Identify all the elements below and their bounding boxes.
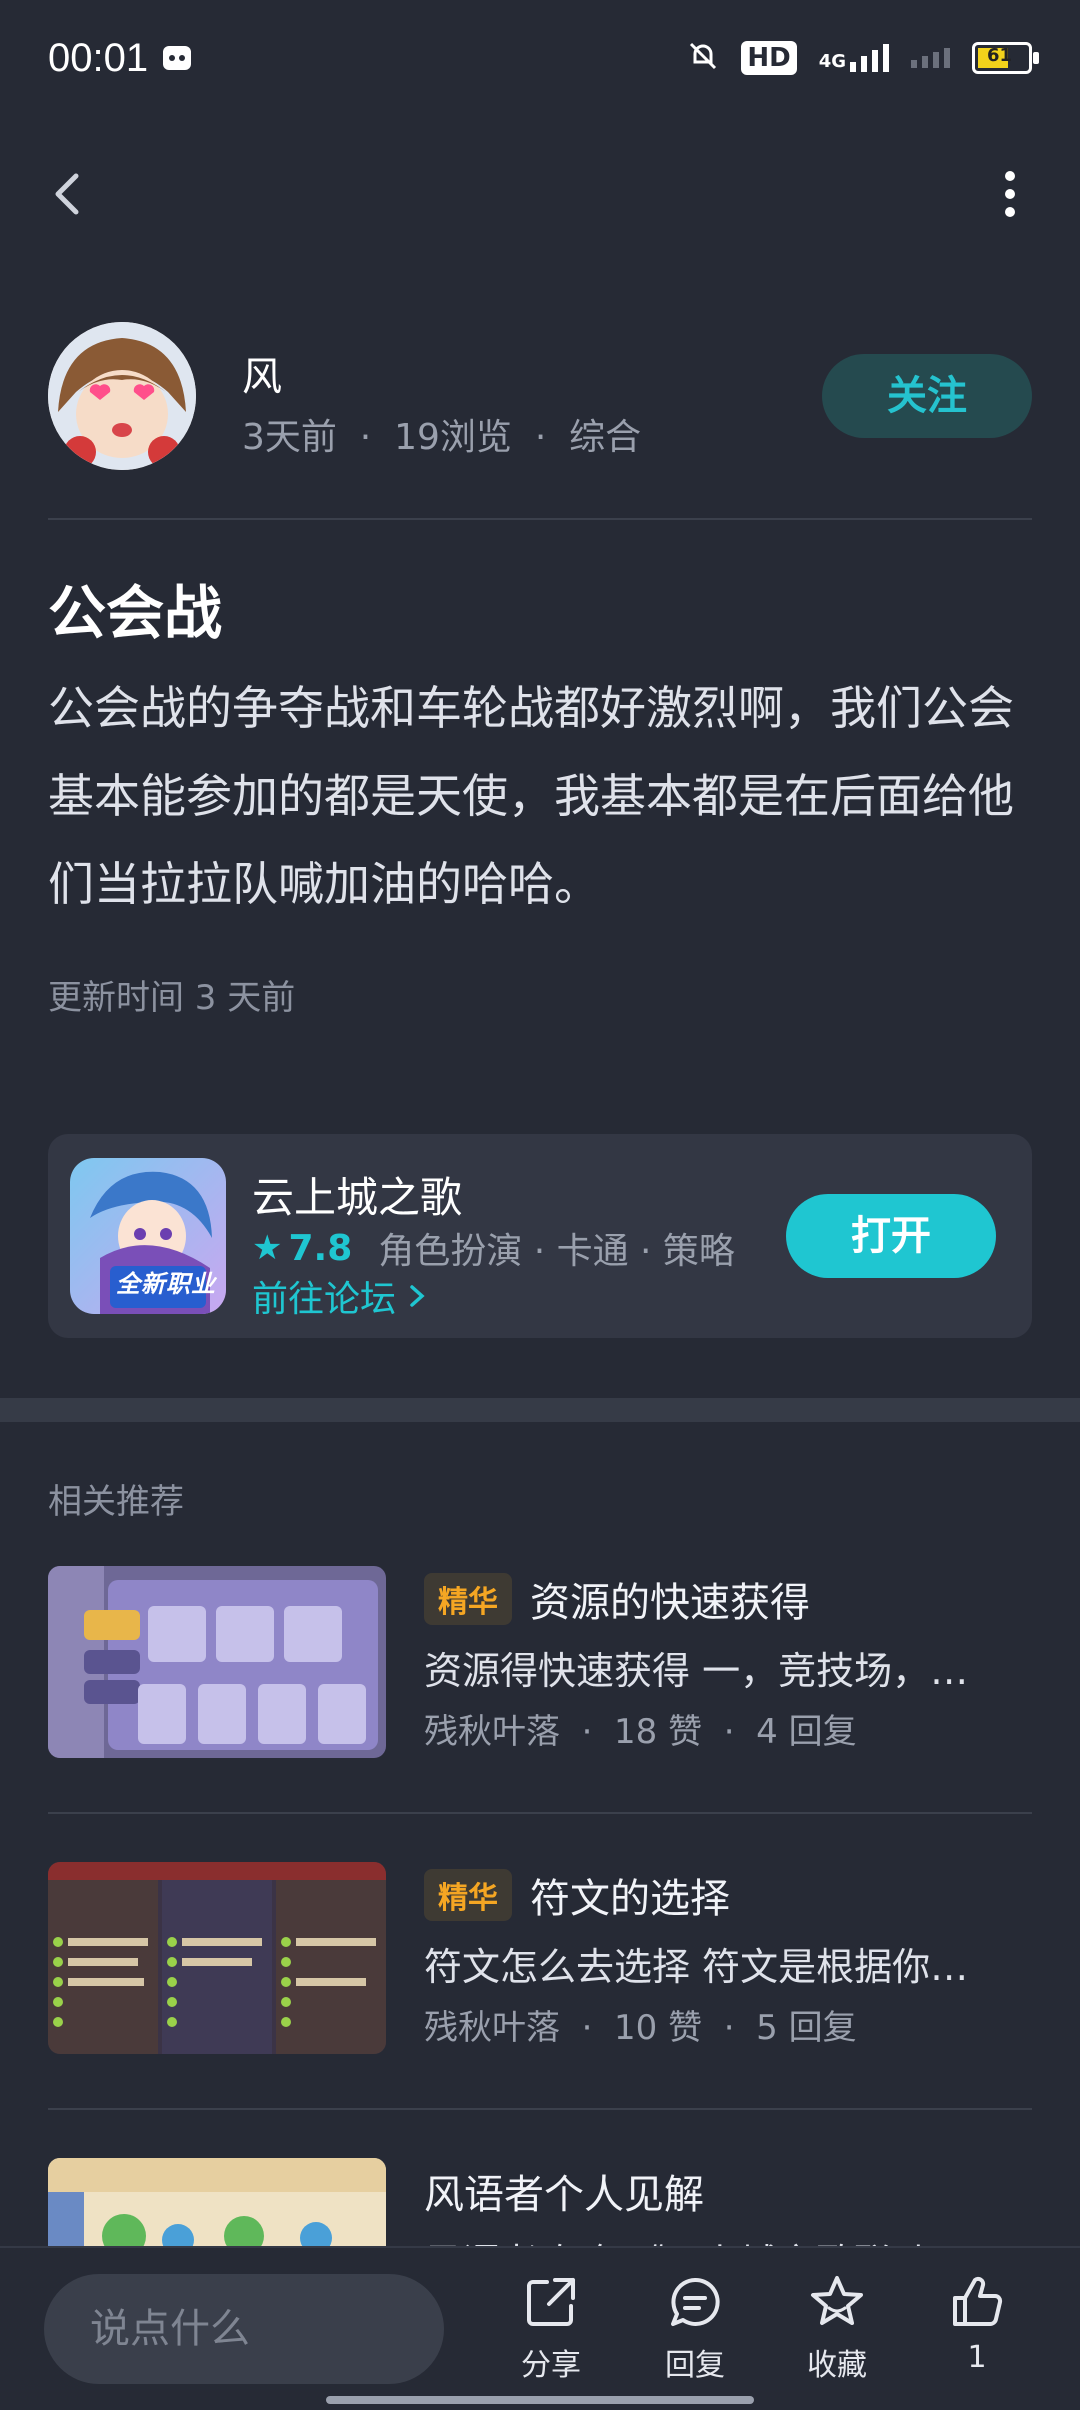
section-divider xyxy=(0,1398,1080,1422)
divider xyxy=(48,518,1032,520)
chevron-left-icon xyxy=(55,173,79,215)
updated-time: 更新时间 3 天前 xyxy=(48,978,296,1018)
forum-link[interactable]: 前往论坛 xyxy=(252,1270,432,1322)
star-outline-icon xyxy=(811,2276,863,2325)
list-item-title-text: 资源的快速获得 xyxy=(530,1580,810,1626)
forum-link-label: 前往论坛 xyxy=(252,1279,397,1320)
author-name[interactable]: 风 xyxy=(242,344,282,402)
divider xyxy=(48,1812,1032,1814)
list-item-excerpt: 符文怎么去选择 符文是根据你… xyxy=(424,1945,969,1989)
comment-icon xyxy=(671,2277,720,2326)
thumbs-up-icon xyxy=(953,2276,1003,2326)
battery-level: 61 xyxy=(987,45,1013,66)
related-title: 相关推荐 xyxy=(48,1482,184,1522)
status-bar: 00:01 HD 4G 61 xyxy=(0,0,1080,120)
game-icon[interactable]: 全新职业 xyxy=(70,1158,226,1314)
game-score: 7.8 xyxy=(288,1227,353,1269)
favorite-button[interactable]: 收藏 xyxy=(782,2272,892,2384)
game-icon-caption: 全新职业 xyxy=(116,1270,216,1298)
list-item-title: 精华 符文的选择 xyxy=(424,1866,730,1924)
reply-button[interactable]: 回复 xyxy=(640,2272,750,2384)
game-rating: ★ 7.8 角色扮演 · 卡通 · 策略 xyxy=(252,1222,735,1274)
top-nav xyxy=(0,140,1080,250)
star-icon: ★ xyxy=(252,1228,283,1268)
bottom-bar: 说点什么 分享 回复 收藏 1 xyxy=(0,2246,1080,2410)
post-meta: 3天前 · 19浏览 · 综合 xyxy=(242,417,642,458)
comment-input[interactable]: 说点什么 xyxy=(44,2274,444,2384)
share-button[interactable]: 分享 xyxy=(496,2272,606,2384)
game-name[interactable]: 云上城之歌 xyxy=(252,1164,462,1225)
share-icon xyxy=(527,2278,575,2326)
hd-icon: HD xyxy=(741,41,797,75)
notification-icon xyxy=(160,40,194,78)
post-title: 公会战 xyxy=(48,579,223,647)
chevron-right-icon xyxy=(410,1285,425,1307)
featured-badge: 精华 xyxy=(424,1573,512,1625)
follow-button[interactable]: 关注 xyxy=(822,354,1032,438)
divider xyxy=(48,2108,1032,2110)
signal-2-icon xyxy=(911,48,950,68)
mute-icon xyxy=(687,40,719,76)
battery-icon: 61 xyxy=(972,42,1039,74)
more-button[interactable] xyxy=(980,164,1040,224)
favorite-label: 收藏 xyxy=(807,2348,867,2383)
back-button[interactable] xyxy=(40,164,100,224)
list-item[interactable]: 精华 符文的选择 符文怎么去选择 符文是根据你… 残秋叶落 · 10 赞 · 5… xyxy=(48,1862,1032,2062)
list-item-title-text: 风语者个人见解 xyxy=(424,2172,704,2218)
thumbnail xyxy=(48,1566,386,1758)
like-button[interactable]: 1 xyxy=(922,2272,1032,2375)
list-item-title: 精华 资源的快速获得 xyxy=(424,1570,810,1628)
signal-icon: 4G xyxy=(819,44,889,72)
list-item-excerpt: 资源得快速获得 一，竞技场，… xyxy=(424,1649,969,1693)
list-item-meta: 残秋叶落 · 10 赞 · 5 回复 xyxy=(424,2008,857,2048)
game-tags: 角色扮演 · 卡通 · 策略 xyxy=(378,1231,735,1272)
share-label: 分享 xyxy=(521,2348,581,2383)
list-item-meta: 残秋叶落 · 18 赞 · 4 回复 xyxy=(424,1712,857,1752)
avatar[interactable] xyxy=(48,322,196,470)
open-button[interactable]: 打开 xyxy=(786,1194,996,1278)
like-count: 1 xyxy=(967,2340,987,2375)
list-item[interactable]: 精华 资源的快速获得 资源得快速获得 一，竞技场，… 残秋叶落 · 18 赞 ·… xyxy=(48,1566,1032,1766)
post-body: 公会战的争夺战和车轮战都好激烈啊，我们公会基本能参加的都是天使，我基本都是在后面… xyxy=(48,681,1014,911)
status-time: 00:01 xyxy=(48,36,149,80)
reply-label: 回复 xyxy=(665,2348,725,2383)
more-vertical-icon xyxy=(1005,171,1015,217)
network-label: 4G xyxy=(818,51,846,72)
featured-badge: 精华 xyxy=(424,1869,512,1921)
game-card[interactable]: 全新职业 云上城之歌 ★ 7.8 角色扮演 · 卡通 · 策略 前往论坛 打开 xyxy=(48,1134,1032,1338)
list-item-title: 风语者个人见解 xyxy=(424,2162,704,2220)
home-indicator[interactable] xyxy=(326,2396,754,2404)
thumbnail xyxy=(48,1862,386,2054)
list-item-title-text: 符文的选择 xyxy=(530,1876,730,1922)
status-icons: HD 4G 61 xyxy=(687,40,1039,76)
